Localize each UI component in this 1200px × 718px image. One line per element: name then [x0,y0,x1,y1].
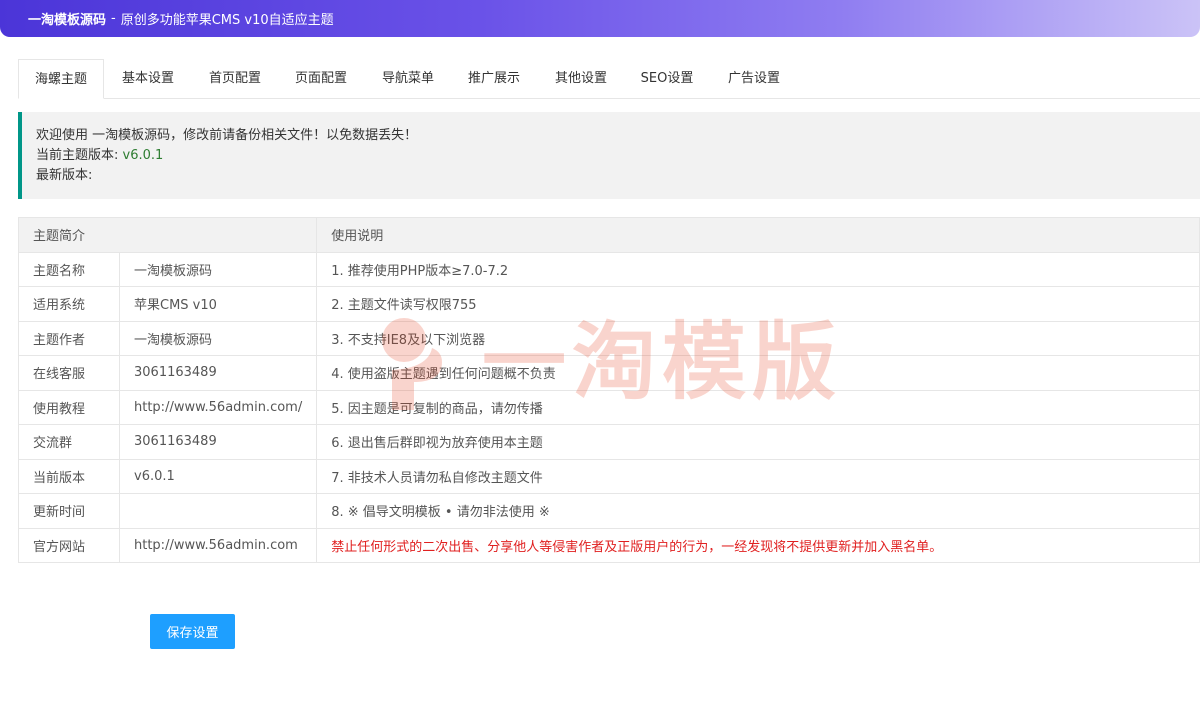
row-usage: 3. 不支持IE8及以下浏览器 [316,320,1200,356]
table-header-row: 主题简介 使用说明 [17,217,1200,253]
row-value: 一淘模板源码 [118,320,318,356]
tab-basic-settings[interactable]: 基本设置 [106,59,190,98]
row-value: 一淘模板源码 [118,251,318,287]
row-label: 主题作者 [18,320,120,356]
table-row: 主题名称 一淘模板源码 1. 推荐使用PHP版本≥7.0-7.2 [18,251,1200,287]
notice-welcome: 欢迎使用 一淘模板源码，修改前请备份相关文件！以免数据丢失！ [36,128,418,143]
row-label: 更新时间 [18,493,120,529]
row-label: 交流群 [18,424,120,460]
row-value: 3061163489 [118,355,318,391]
table-row: 在线客服 3061163489 4. 使用盗版主题遇到任何问题概不负责 [18,355,1200,391]
notice-latest-version: 最新版本: [36,166,1200,186]
table-row: 官方网站 http://www.56admin.com 禁止任何形式的二次出售、… [18,527,1200,563]
row-usage: 2. 主题文件读写权限755 [316,286,1200,322]
notice-box: 欢迎使用 一淘模板源码，修改前请备份相关文件！以免数据丢失！ 当前主题版本: v… [18,112,1200,199]
tab-nav-menu[interactable]: 导航菜单 [366,59,450,98]
row-label: 官方网站 [18,527,120,563]
table-row: 适用系统 苹果CMS v10 2. 主题文件读写权限755 [18,286,1200,322]
tab-conch-theme[interactable]: 海螺主题 [18,59,104,99]
current-version-label: 当前主题版本: [36,148,119,163]
row-usage: 4. 使用盗版主题遇到任何问题概不负责 [316,355,1200,391]
row-value: http://www.56admin.com [118,527,318,563]
header-subtitle: 原创多功能苹果CMS v10自适应主题 [120,13,334,28]
row-label: 适用系统 [18,286,120,322]
tab-ad-settings[interactable]: 广告设置 [712,59,796,98]
header-usage: 使用说明 [316,217,1200,253]
row-usage: 6. 退出售后群即视为放弃使用本主题 [316,424,1200,460]
row-label: 在线客服 [18,355,120,391]
row-usage: 1. 推荐使用PHP版本≥7.0-7.2 [316,251,1200,287]
row-usage: 7. 非技术人员请勿私自修改主题文件 [316,458,1200,494]
header-brand: 一淘模板源码 [28,13,107,28]
header-intro: 主题简介 [17,217,318,253]
settings-tabs: 海螺主题 基本设置 首页配置 页面配置 导航菜单 推广展示 其他设置 SEO设置… [18,59,1200,99]
row-label: 主题名称 [18,251,120,287]
tab-promotion[interactable]: 推广展示 [452,59,536,98]
row-value: v6.0.1 [118,458,318,494]
table-row: 主题作者 一淘模板源码 3. 不支持IE8及以下浏览器 [18,320,1200,356]
tab-seo-settings[interactable]: SEO设置 [625,59,709,98]
page: 一淘模板源码 - 原创多功能苹果CMS v10自适应主题 海螺主题 基本设置 首… [0,0,1200,718]
row-usage: 8. ※ 倡导文明模板 • 请勿非法使用 ※ [316,493,1200,529]
row-label: 使用教程 [18,389,120,425]
row-label: 当前版本 [18,458,120,494]
row-usage: 5. 因主题是可复制的商品，请勿传播 [316,389,1200,425]
row-value [118,493,318,529]
row-usage-warning: 禁止任何形式的二次出售、分享他人等侵害作者及正版用户的行为，一经发现将不提供更新… [316,527,1200,563]
notice-current-version: 当前主题版本: v6.0.1 [36,146,1200,166]
theme-info-table: 主题简介 使用说明 主题名称 一淘模板源码 1. 推荐使用PHP版本≥7.0-7… [17,217,1200,563]
save-settings-button[interactable]: 保存设置 [150,614,235,649]
tab-page-config[interactable]: 页面配置 [279,59,363,98]
row-value: http://www.56admin.com/ [118,389,318,425]
table-row: 当前版本 v6.0.1 7. 非技术人员请勿私自修改主题文件 [18,458,1200,494]
header-separator: - [111,11,116,26]
tab-home-config[interactable]: 首页配置 [193,59,277,98]
table-row: 使用教程 http://www.56admin.com/ 5. 因主题是可复制的… [18,389,1200,425]
latest-version-label: 最新版本: [36,168,93,183]
table-row: 交流群 3061163489 6. 退出售后群即视为放弃使用本主题 [18,424,1200,460]
tab-other-settings[interactable]: 其他设置 [539,59,623,98]
row-value: 3061163489 [118,424,318,460]
row-value: 苹果CMS v10 [118,286,318,322]
header-banner: 一淘模板源码 - 原创多功能苹果CMS v10自适应主题 [0,0,1200,37]
table-row: 更新时间 8. ※ 倡导文明模板 • 请勿非法使用 ※ [18,493,1200,529]
current-version-value: v6.0.1 [122,148,164,163]
